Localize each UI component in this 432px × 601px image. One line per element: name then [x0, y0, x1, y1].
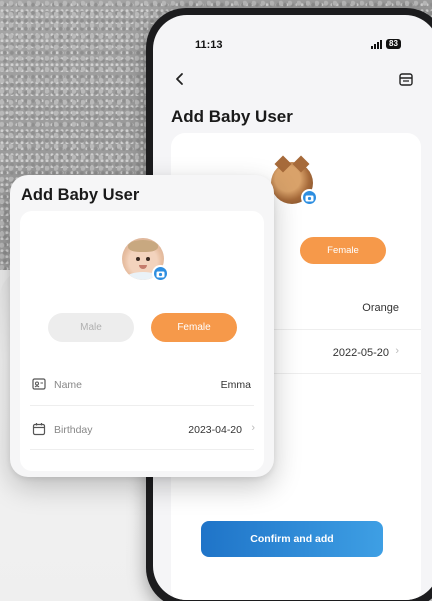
name-field[interactable]: Emma [221, 379, 251, 391]
add-baby-card: Add Baby User Male Female Name Emma Birt… [10, 175, 274, 477]
chevron-right-icon[interactable]: › [251, 422, 255, 434]
name-label: Name [54, 379, 83, 391]
birthday-label: Birthday [54, 424, 93, 436]
divider [30, 449, 254, 450]
chevron-right-icon[interactable]: › [395, 345, 399, 357]
battery-icon: 83 [386, 39, 401, 49]
status-icons: 83 [371, 39, 401, 49]
male-toggle[interactable]: Male [48, 313, 134, 342]
status-time: 11:13 [195, 39, 223, 51]
calendar-icon[interactable] [398, 71, 414, 87]
divider [30, 405, 254, 406]
signal-icon [371, 39, 382, 49]
card-title: Add Baby User [21, 186, 140, 204]
back-arrow-icon[interactable] [173, 71, 187, 87]
camera-icon[interactable] [301, 189, 318, 206]
camera-icon[interactable] [152, 265, 169, 282]
birthday-value[interactable]: 2022-05-20 [333, 347, 389, 359]
female-toggle[interactable]: Female [300, 237, 386, 264]
page-title: Add Baby User [171, 107, 293, 126]
calendar-icon [32, 423, 46, 436]
name-value: Orange [362, 302, 399, 314]
birthday-field[interactable]: 2023-04-20 [188, 424, 242, 436]
id-card-icon [32, 378, 46, 390]
confirm-add-button[interactable]: Confirm and add [201, 521, 383, 557]
female-toggle[interactable]: Female [151, 313, 237, 342]
